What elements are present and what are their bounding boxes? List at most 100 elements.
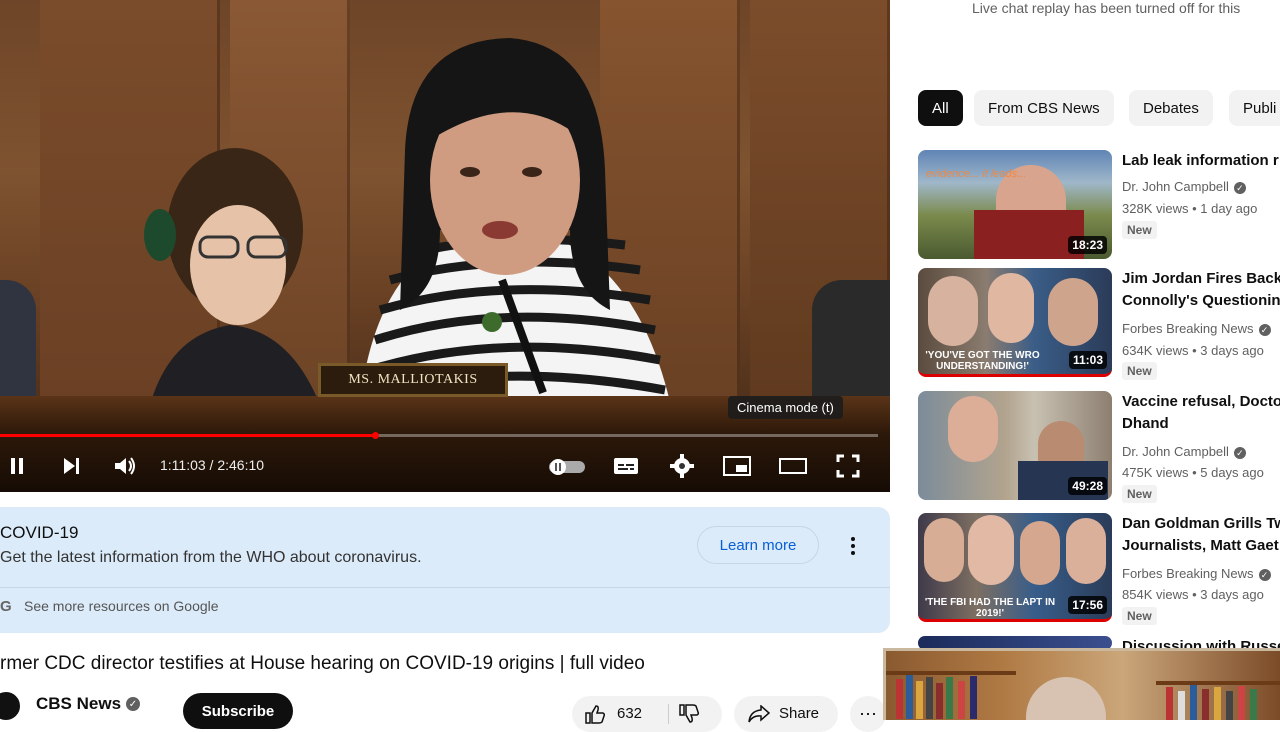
person-1 <box>948 396 998 462</box>
settings-icon <box>670 454 694 478</box>
person-3 <box>1020 521 1060 585</box>
tooltip: Cinema mode (t) <box>728 396 843 419</box>
recommended-video[interactable]: 49:28 Vaccine refusal, Docto Dhand Dr. J… <box>918 391 1280 503</box>
rec-channel: Dr. John Campbell ✓ <box>1122 444 1246 459</box>
more-horiz-icon: ⋯ <box>859 703 877 724</box>
chip-public[interactable]: Publi <box>1229 90 1280 126</box>
recommended-video[interactable]: 'THE FBI HAD THE LAPT IN 2019!' 17:56 Da… <box>918 513 1280 625</box>
google-icon: G <box>0 598 12 615</box>
progress-fill <box>0 434 375 437</box>
book <box>906 675 913 719</box>
more-actions-button[interactable]: ⋯ <box>850 696 886 732</box>
video-player[interactable]: MS. MALLIOTAKIS Cinema mode (t) 1:11:03 … <box>0 0 890 492</box>
more-resources-link[interactable]: See more resources on Google <box>24 598 219 614</box>
share-icon <box>748 705 770 723</box>
book <box>1250 689 1257 720</box>
video-thumbnail[interactable]: 49:28 <box>918 391 1112 500</box>
subtitles-button[interactable] <box>611 452 641 480</box>
like-dislike-group: 632 <box>572 696 722 732</box>
subtitles-icon <box>614 458 638 474</box>
speaker-figure <box>360 38 670 402</box>
book <box>958 681 965 719</box>
thumbs-up-icon[interactable] <box>584 704 606 724</box>
verified-icon: ✓ <box>126 697 140 711</box>
channel-row: CBS News ✓ Subscribe 632 Share ⋯ <box>0 690 890 732</box>
rec-title: Lab leak information r <box>1122 152 1279 169</box>
chip-debates[interactable]: Debates <box>1129 90 1213 126</box>
autoplay-toggle[interactable] <box>546 452 588 480</box>
time-display: 1:11:03 / 2:46:10 <box>160 457 265 473</box>
thumb-caption: evidence... it leads... <box>926 168 1027 180</box>
rec-title-line-2: Journalists, Matt Gaet <box>1122 537 1279 554</box>
more-options-icon[interactable] <box>843 535 863 557</box>
chair <box>812 280 890 405</box>
rec-title-line-1: Dan Goldman Grills Tw <box>1122 515 1280 532</box>
rec-channel-name: Dr. John Campbell <box>1122 444 1229 459</box>
divider <box>668 704 669 724</box>
rec-channel-name: Forbes Breaking News <box>1122 321 1254 336</box>
webcam-overlay <box>883 648 1280 720</box>
person-1 <box>928 276 978 346</box>
theater-mode-button[interactable] <box>778 452 808 480</box>
duration-badge: 49:28 <box>1068 477 1107 495</box>
video-thumbnail[interactable]: evidence... it leads... 18:23 <box>918 150 1112 259</box>
learn-more-button[interactable]: Learn more <box>697 526 819 564</box>
settings-button[interactable] <box>667 452 697 480</box>
person-3 <box>1048 278 1098 346</box>
miniplayer-button[interactable] <box>722 452 752 480</box>
rec-channel: Dr. John Campbell ✓ <box>1122 179 1246 194</box>
thumb-caption: 'THE FBI HAD THE LAPT IN 2019!' <box>924 597 1056 619</box>
new-badge: New <box>1122 362 1157 380</box>
rec-meta: 475K views • 5 days ago <box>1122 465 1264 480</box>
book <box>970 676 977 719</box>
rec-meta: 634K views • 3 days ago <box>1122 343 1264 358</box>
verified-icon: ✓ <box>1233 181 1246 194</box>
rec-title-line-2: Dhand <box>1122 415 1169 432</box>
person-1 <box>924 518 964 582</box>
like-count: 632 <box>617 705 643 722</box>
progress-bar[interactable] <box>0 432 878 439</box>
pause-button[interactable] <box>2 452 32 480</box>
book <box>1238 686 1245 720</box>
book <box>936 683 943 719</box>
nameplate: MS. MALLIOTAKIS <box>318 363 508 397</box>
pause-icon <box>11 458 23 474</box>
next-button[interactable] <box>56 452 86 480</box>
duration-badge: 17:56 <box>1068 596 1107 614</box>
duration-badge: 11:03 <box>1068 351 1107 369</box>
verified-icon: ✓ <box>1258 568 1271 581</box>
new-badge: New <box>1122 221 1157 239</box>
share-button[interactable]: Share <box>734 696 838 732</box>
volume-button[interactable] <box>110 452 140 480</box>
person-2 <box>988 273 1034 343</box>
rec-channel: Forbes Breaking News ✓ <box>1122 566 1271 581</box>
video-thumbnail[interactable]: 'YOU'VE GOT THE WRO UNDERSTANDING!' 11:0… <box>918 268 1112 377</box>
new-badge: New <box>1122 607 1157 625</box>
scrubber-handle[interactable] <box>371 432 379 439</box>
bookshelf <box>1156 681 1280 685</box>
fullscreen-button[interactable] <box>833 452 863 480</box>
recommended-video[interactable]: evidence... it leads... 18:23 Lab leak i… <box>918 150 1280 262</box>
player-controls: 1:11:03 / 2:46:10 <box>0 446 890 486</box>
recommended-video[interactable]: 'YOU'VE GOT THE WRO UNDERSTANDING!' 11:0… <box>918 268 1280 380</box>
presenter-head <box>1026 677 1106 720</box>
person-2 <box>968 515 1014 585</box>
volume-icon <box>115 457 135 475</box>
book <box>1226 691 1233 720</box>
person-4 <box>1066 518 1106 584</box>
subscribe-button[interactable]: Subscribe <box>183 693 293 729</box>
share-label: Share <box>779 705 820 722</box>
book <box>1202 689 1209 720</box>
chip-all[interactable]: All <box>918 90 963 126</box>
channel-name[interactable]: CBS News <box>36 694 121 714</box>
book <box>946 677 953 719</box>
thumb-caption: 'YOU'VE GOT THE WRO UNDERSTANDING!' <box>925 350 1040 372</box>
chip-from-cbs-news[interactable]: From CBS News <box>974 90 1114 126</box>
video-thumbnail[interactable]: 'THE FBI HAD THE LAPT IN 2019!' 17:56 <box>918 513 1112 622</box>
book <box>916 681 923 719</box>
rec-title-line-1: Vaccine refusal, Docto <box>1122 393 1280 410</box>
channel-avatar[interactable] <box>0 690 22 722</box>
thumbs-down-icon[interactable] <box>678 704 700 724</box>
new-badge: New <box>1122 485 1157 503</box>
covid-info-panel: COVID-19 Get the latest information from… <box>0 507 890 633</box>
